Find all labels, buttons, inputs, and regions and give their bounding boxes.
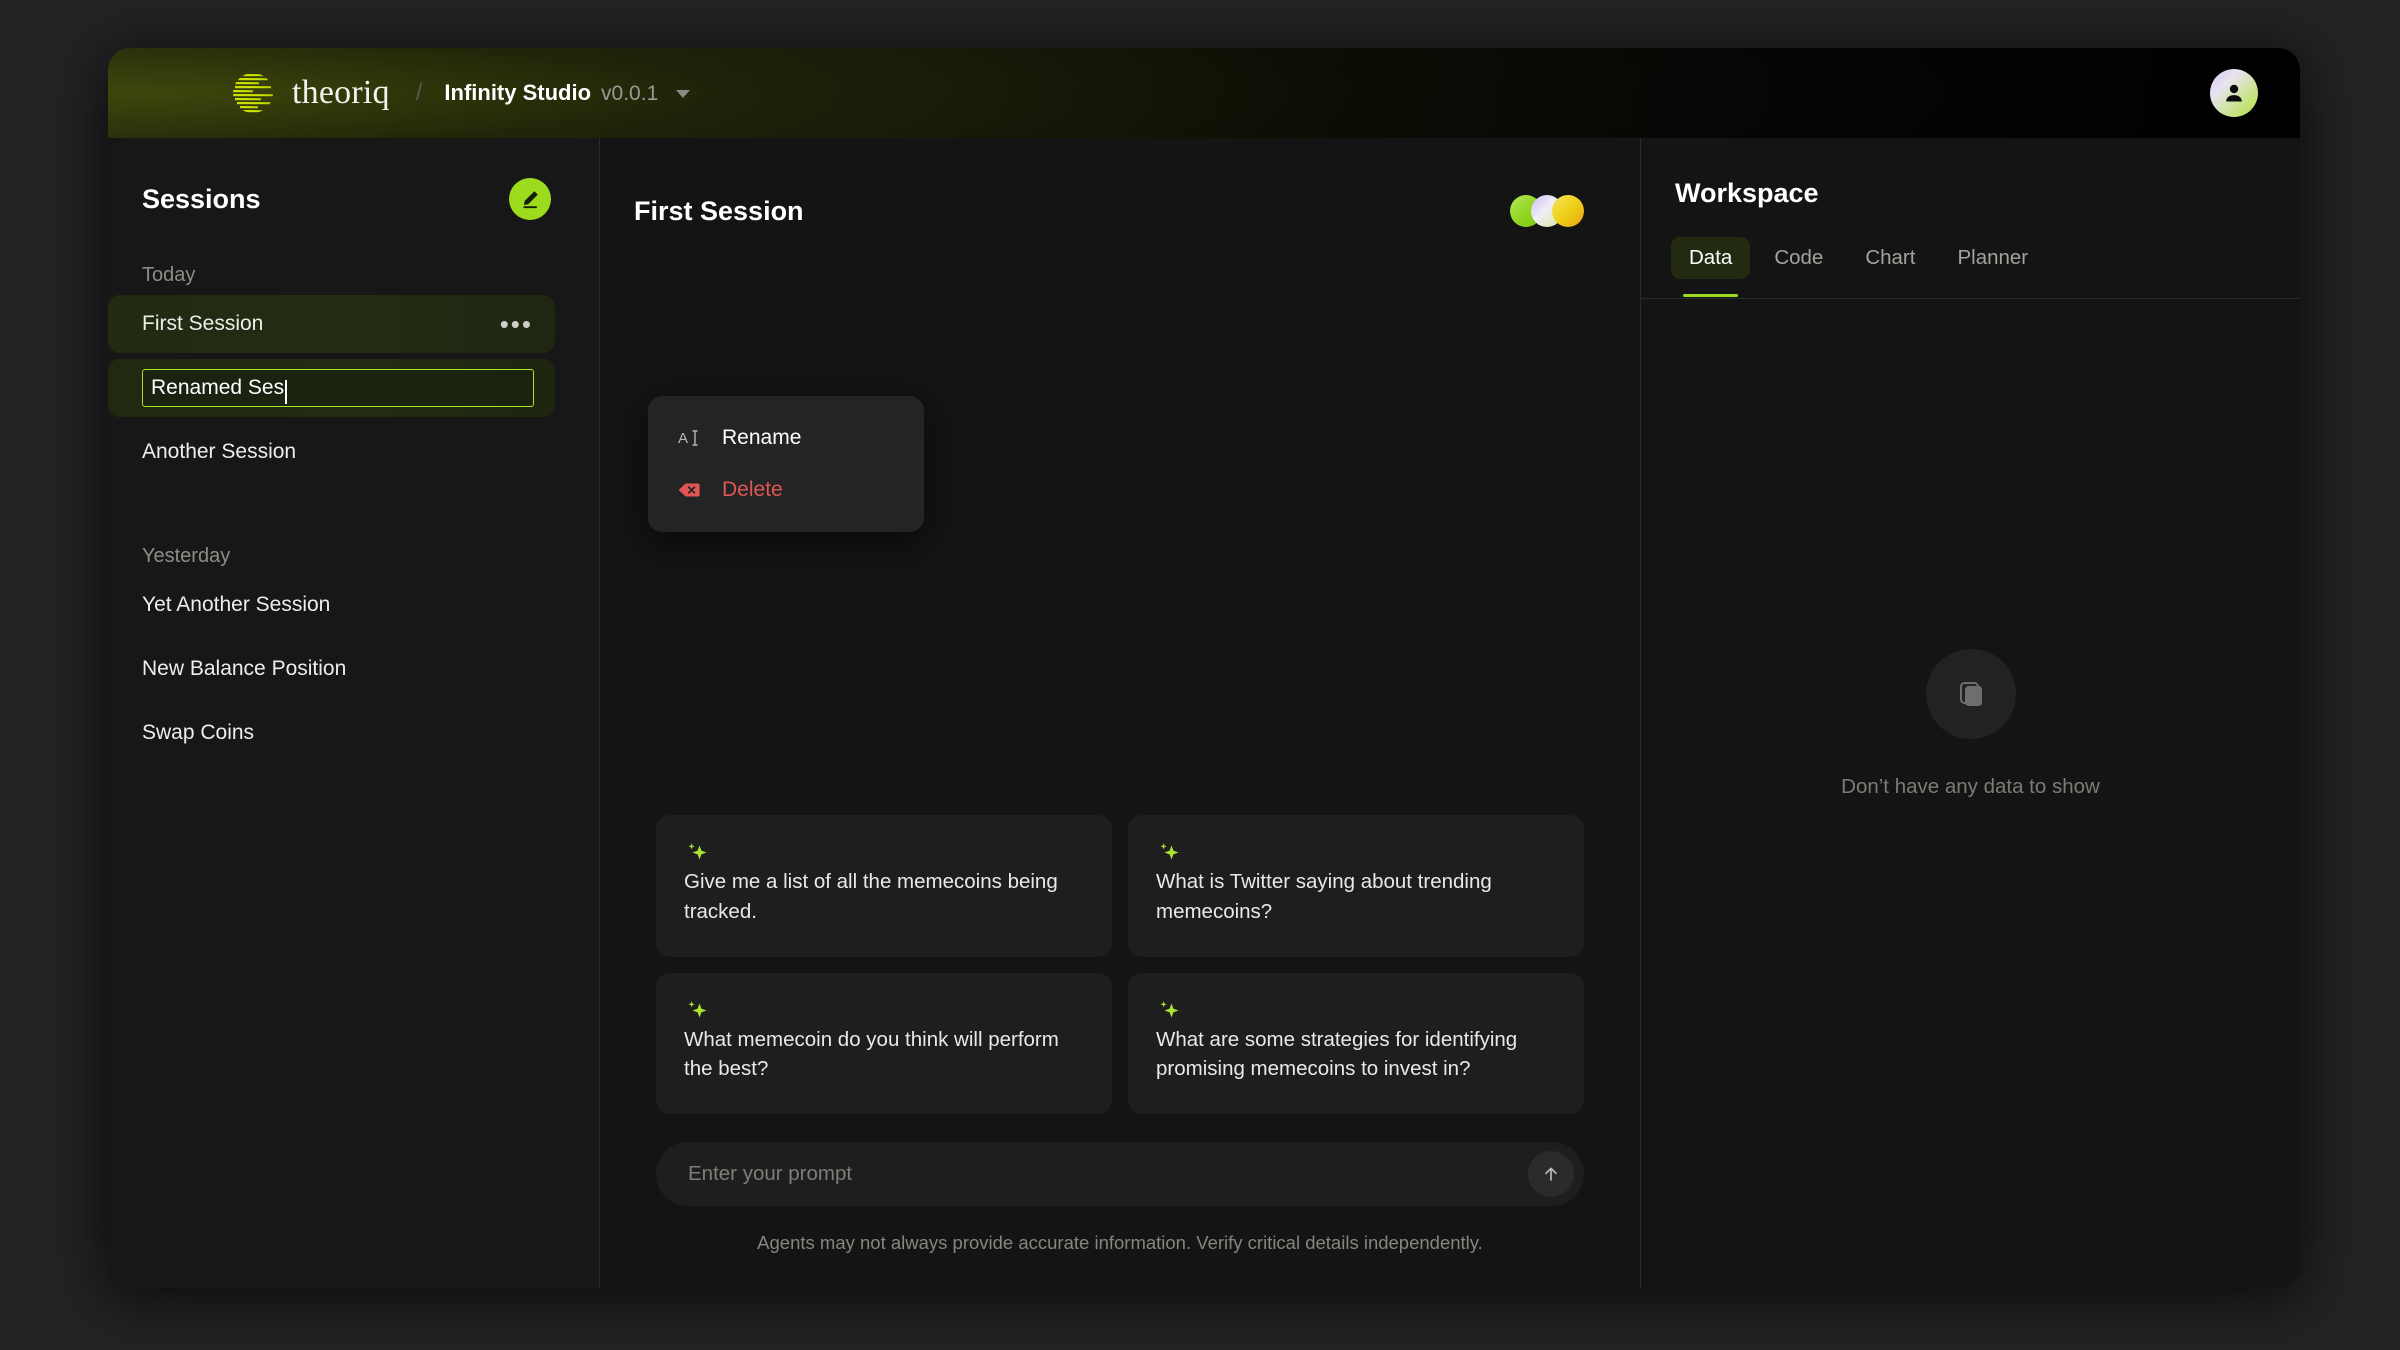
brand[interactable]: theoriq: [232, 72, 390, 114]
pencil-edit-icon: [523, 191, 538, 209]
sessions-panel: Sessions Today First Session ••• Renamed…: [108, 138, 600, 1288]
chat-panel: First Session Give me a list of all the …: [600, 138, 1640, 1288]
suggestion-card[interactable]: What is Twitter saying about trending me…: [1128, 815, 1584, 957]
app-body: Sessions Today First Session ••• Renamed…: [108, 138, 2300, 1288]
app-window: theoriq / Infinity Studio v0.0.1 Session…: [108, 48, 2300, 1288]
suggestion-card[interactable]: What are some strategies for identifying…: [1128, 972, 1584, 1114]
chat-header: First Session: [600, 138, 1640, 244]
session-item-label: New Balance Position: [142, 657, 347, 680]
session-item-renamed-session[interactable]: Renamed Ses: [108, 359, 555, 417]
session-rename-value: Renamed Ses: [151, 376, 285, 399]
session-group-label-today: Today: [142, 264, 196, 286]
send-button[interactable]: [1528, 1151, 1574, 1197]
workspace-panel: Workspace Data Code Chart Planner Don’t …: [1640, 138, 2300, 1288]
session-item-label: Swap Coins: [142, 721, 255, 744]
prompt-box[interactable]: [656, 1142, 1584, 1206]
session-options-button[interactable]: •••: [500, 311, 533, 337]
chevron-down-icon: [676, 90, 691, 98]
app-title: Infinity Studio: [444, 80, 592, 105]
context-menu-label: Rename: [722, 426, 802, 449]
session-item-label: First Session: [142, 312, 264, 335]
brand-name: theoriq: [292, 74, 390, 111]
suggestion-cards: Give me a list of all the memecoins bein…: [600, 815, 1640, 1114]
svg-text:A: A: [678, 430, 688, 447]
session-list-yesterday: Yet Another Session New Balance Position…: [108, 576, 599, 762]
session-item-first-session[interactable]: First Session •••: [108, 295, 555, 353]
sparkle-icon: [684, 999, 1084, 1025]
chat-session-title: First Session: [634, 195, 804, 226]
workspace-empty-text: Don’t have any data to show: [1841, 774, 2100, 798]
tab-data[interactable]: Data: [1671, 237, 1751, 297]
context-menu-item-delete[interactable]: Delete: [648, 464, 924, 516]
agent-avatar-yellow-icon: [1552, 195, 1584, 227]
suggestion-text: What memecoin do you think will perform …: [684, 1027, 1059, 1081]
sparkle-icon: [1156, 999, 1556, 1025]
sparkle-icon: [684, 841, 1084, 867]
context-menu-label: Delete: [722, 478, 783, 501]
sparkle-icon: [1156, 841, 1556, 867]
suggestion-card[interactable]: What memecoin do you think will perform …: [656, 972, 1112, 1114]
session-context-menu: A Rename Delete: [648, 396, 924, 532]
breadcrumb-separator: /: [415, 79, 423, 106]
sessions-title: Sessions: [142, 183, 261, 214]
session-list-today: First Session ••• Renamed Ses Another Se…: [108, 295, 599, 481]
suggestion-text: Give me a list of all the memecoins bein…: [684, 870, 1058, 923]
workspace-content: Don’t have any data to show: [1641, 299, 2300, 1288]
top-bar: theoriq / Infinity Studio v0.0.1: [108, 48, 2300, 138]
session-item-new-balance-position[interactable]: New Balance Position: [108, 640, 555, 698]
avatar[interactable]: [2210, 69, 2258, 117]
text-caret: [285, 380, 288, 404]
session-group-label-yesterday: Yesterday: [142, 545, 231, 567]
session-item-swap-coins[interactable]: Swap Coins: [108, 704, 555, 762]
session-item-yet-another-session[interactable]: Yet Another Session: [108, 576, 555, 634]
tab-code[interactable]: Code: [1756, 237, 1841, 279]
prompt-input[interactable]: [688, 1162, 1508, 1186]
session-item-label: Yet Another Session: [142, 593, 331, 616]
user-avatar-icon: [2226, 84, 2242, 102]
agent-avatars-group[interactable]: [1510, 195, 1584, 227]
tab-chart[interactable]: Chart: [1847, 237, 1933, 279]
app-version: v0.0.1: [601, 82, 659, 105]
stacked-layers-icon: [1925, 648, 2016, 739]
session-item-another-session[interactable]: Another Session: [108, 423, 555, 481]
theoriq-striped-circle-logo-icon: [232, 72, 274, 114]
app-title-dropdown[interactable]: Infinity Studio v0.0.1: [444, 80, 691, 106]
disclaimer-text: Agents may not always provide accurate i…: [757, 1232, 1483, 1253]
new-session-button[interactable]: [509, 178, 551, 220]
workspace-tabs: Data Code Chart Planner: [1641, 209, 2300, 297]
workspace-header: Workspace: [1641, 138, 2300, 209]
session-rename-input[interactable]: Renamed Ses: [142, 369, 534, 407]
text-cursor-icon: A: [676, 425, 702, 451]
workspace-title: Workspace: [1675, 178, 1819, 208]
arrow-up-icon: [1545, 1167, 1557, 1181]
prompt-row: Agents may not always provide accurate i…: [600, 1142, 1640, 1288]
session-item-label: Another Session: [142, 440, 297, 463]
tab-planner[interactable]: Planner: [1939, 237, 2046, 279]
context-menu-item-rename[interactable]: A Rename: [648, 412, 924, 464]
suggestion-text: What are some strategies for identifying…: [1156, 1027, 1518, 1081]
delete-backspace-icon: [676, 477, 702, 503]
suggestion-text: What is Twitter saying about trending me…: [1156, 870, 1492, 923]
sessions-header: Sessions: [108, 138, 599, 220]
suggestion-card[interactable]: Give me a list of all the memecoins bein…: [656, 815, 1112, 957]
